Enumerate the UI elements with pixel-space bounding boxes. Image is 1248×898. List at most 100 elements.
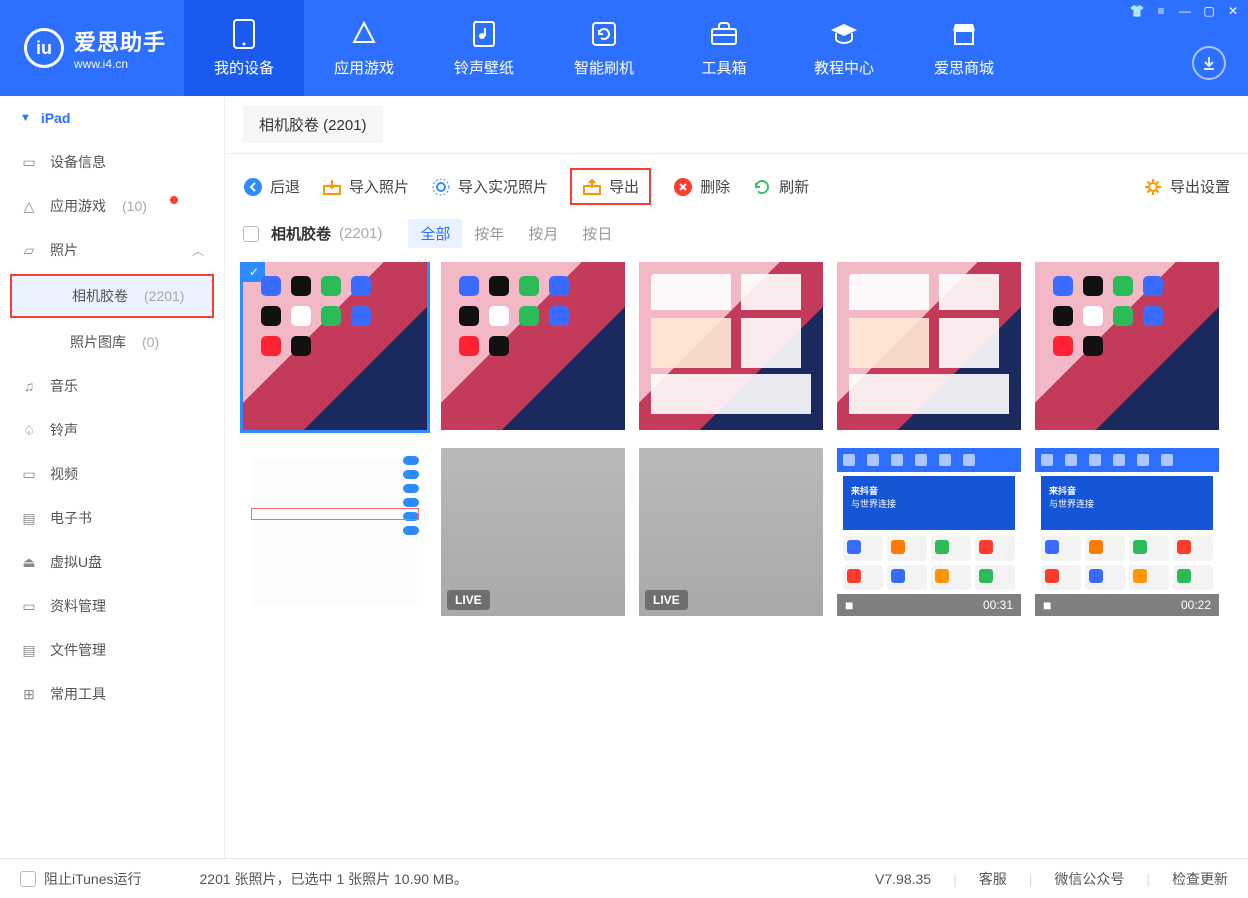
bell-icon: ♤ [20, 422, 38, 439]
video-duration: 00:31 [983, 598, 1013, 612]
sidebar-item-tools[interactable]: ⊞ 常用工具 [0, 672, 224, 716]
chevron-up-icon: ︿ [192, 242, 204, 259]
selection-summary: 2201 张照片，已选中 1 张照片 10.90 MB。 [200, 869, 468, 889]
live-icon [431, 177, 451, 197]
refresh-button[interactable]: 刷新 [752, 176, 809, 197]
live-badge: LIVE [447, 590, 490, 610]
nav-apps[interactable]: 应用游戏 [304, 0, 424, 96]
photo-thumb[interactable]: 来抖音与世界连接 ■00:31 [837, 448, 1021, 616]
refresh-small-icon [752, 177, 772, 197]
version-label: V7.98.35 [875, 871, 931, 887]
sidebar-item-ringtones[interactable]: ♤ 铃声 [0, 408, 224, 452]
usb-icon: ⏏ [20, 554, 38, 571]
import-live-button[interactable]: 导入实况照片 [431, 176, 548, 197]
download-button[interactable] [1192, 46, 1226, 80]
photo-thumb[interactable]: ✓ [243, 262, 427, 430]
delete-button[interactable]: 删除 [673, 176, 730, 197]
device-header[interactable]: ▼ iPad [0, 96, 224, 140]
sidebar-item-photos[interactable]: ▱ 照片 ︿ [0, 228, 224, 272]
sidebar-item-data-mgmt[interactable]: ▭ 资料管理 [0, 584, 224, 628]
check-update-link[interactable]: 检查更新 [1172, 869, 1228, 889]
wechat-link[interactable]: 微信公众号 [1054, 869, 1124, 889]
close-button[interactable]: ✕ [1226, 4, 1240, 18]
photo-thumb[interactable] [639, 262, 823, 430]
photo-thumb[interactable]: 来抖音与世界连接 ■00:22 [1035, 448, 1219, 616]
nav-toolbox[interactable]: 工具箱 [664, 0, 784, 96]
maximize-button[interactable]: ▢ [1202, 4, 1216, 18]
photo-grid: ✓ LIVE LIVE 来抖音与世 [225, 262, 1248, 858]
import-icon [322, 177, 342, 197]
window-controls: 👕 ≡ — ▢ ✕ [1130, 4, 1240, 18]
export-icon [582, 177, 602, 197]
content-area: 相机胶卷 (2201) 后退 导入照片 导入实况照片 导出 删除 [225, 96, 1248, 858]
main-nav: 我的设备 应用游戏 铃声壁纸 智能刷机 工具箱 教程中心 爱思商城 [184, 0, 1024, 96]
toolbox-icon [709, 19, 739, 49]
nav-my-device[interactable]: 我的设备 [184, 0, 304, 96]
refresh-icon [589, 19, 619, 49]
sidebar-item-file-mgmt[interactable]: ▤ 文件管理 [0, 628, 224, 672]
document-icon: ▤ [20, 642, 38, 659]
music-icon: ♫ [20, 378, 38, 394]
photo-thumb[interactable] [243, 448, 427, 616]
video-icon: ▭ [20, 466, 38, 483]
title-bar: 👕 ≡ — ▢ ✕ iu 爱思助手 www.i4.cn 我的设备 应用游戏 铃声… [0, 0, 1248, 96]
nav-ringtones[interactable]: 铃声壁纸 [424, 0, 544, 96]
toolbar: 后退 导入照片 导入实况照片 导出 删除 刷新 [225, 154, 1248, 215]
block-itunes-checkbox[interactable]: 阻止iTunes运行 [20, 869, 142, 889]
sidebar-item-apps[interactable]: △ 应用游戏 (10) [0, 184, 224, 228]
live-badge: LIVE [645, 590, 688, 610]
app-name: 爱思助手 [74, 25, 166, 57]
nav-flash[interactable]: 智能刷机 [544, 0, 664, 96]
app-url: www.i4.cn [74, 57, 166, 71]
folder-icon: ▭ [20, 598, 38, 615]
filter-bar: 相机胶卷 (2201) 全部 按年 按月 按日 [225, 215, 1248, 262]
sidebar-item-music[interactable]: ♫ 音乐 [0, 364, 224, 408]
grid-icon: ⊞ [20, 686, 38, 703]
back-arrow-icon [243, 177, 263, 197]
photo-thumb[interactable]: LIVE [639, 448, 823, 616]
breadcrumb-tab[interactable]: 相机胶卷 (2201) [243, 106, 383, 143]
sidebar-item-camera-roll[interactable]: 相机胶卷 (2201) [10, 274, 214, 318]
image-icon: ▱ [20, 242, 38, 259]
photo-thumb[interactable] [1035, 262, 1219, 430]
album-title: 相机胶卷 [271, 223, 331, 244]
filter-day[interactable]: 按日 [570, 219, 624, 248]
photo-thumb[interactable] [837, 262, 1021, 430]
apps-small-icon: △ [20, 198, 38, 215]
filter-all[interactable]: 全部 [408, 219, 462, 248]
status-bar: 阻止iTunes运行 2201 张照片，已选中 1 张照片 10.90 MB。 … [0, 858, 1248, 898]
export-settings-button[interactable]: 导出设置 [1143, 176, 1230, 197]
back-button[interactable]: 后退 [243, 176, 300, 197]
sidebar-item-videos[interactable]: ▭ 视频 [0, 452, 224, 496]
photo-thumb[interactable] [441, 262, 625, 430]
filter-month[interactable]: 按月 [516, 219, 570, 248]
app-logo: iu 爱思助手 www.i4.cn [0, 0, 184, 96]
sidebar: ▼ iPad ▭ 设备信息 △ 应用游戏 (10) ▱ 照片 ︿ 相机胶卷 (2… [0, 96, 225, 858]
sidebar-item-photo-library[interactable]: 照片图库 (0) [0, 320, 224, 364]
select-all-checkbox[interactable] [243, 226, 259, 242]
camera-icon: ■ [1043, 597, 1051, 613]
sidebar-item-udisk[interactable]: ⏏ 虚拟U盘 [0, 540, 224, 584]
video-duration: 00:22 [1181, 598, 1211, 612]
album-count: (2201) [339, 225, 382, 242]
camera-icon: ■ [845, 597, 853, 613]
checkbox-icon [20, 871, 36, 887]
nav-store[interactable]: 爱思商城 [904, 0, 1024, 96]
minimize-button[interactable]: — [1178, 4, 1192, 18]
book-icon: ▤ [20, 510, 38, 527]
import-photo-button[interactable]: 导入照片 [322, 176, 409, 197]
photo-thumb[interactable]: LIVE [441, 448, 625, 616]
nav-tutorials[interactable]: 教程中心 [784, 0, 904, 96]
shirt-icon[interactable]: 👕 [1130, 4, 1144, 18]
sidebar-item-device-info[interactable]: ▭ 设备信息 [0, 140, 224, 184]
gear-icon [1143, 177, 1163, 197]
filter-year[interactable]: 按年 [462, 219, 516, 248]
badge-dot [170, 196, 178, 204]
graduation-icon [829, 19, 859, 49]
menu-icon[interactable]: ≡ [1154, 4, 1168, 18]
support-link[interactable]: 客服 [979, 869, 1007, 889]
logo-icon: iu [24, 28, 64, 68]
export-button[interactable]: 导出 [570, 168, 651, 205]
sidebar-item-ebooks[interactable]: ▤ 电子书 [0, 496, 224, 540]
delete-icon [673, 177, 693, 197]
